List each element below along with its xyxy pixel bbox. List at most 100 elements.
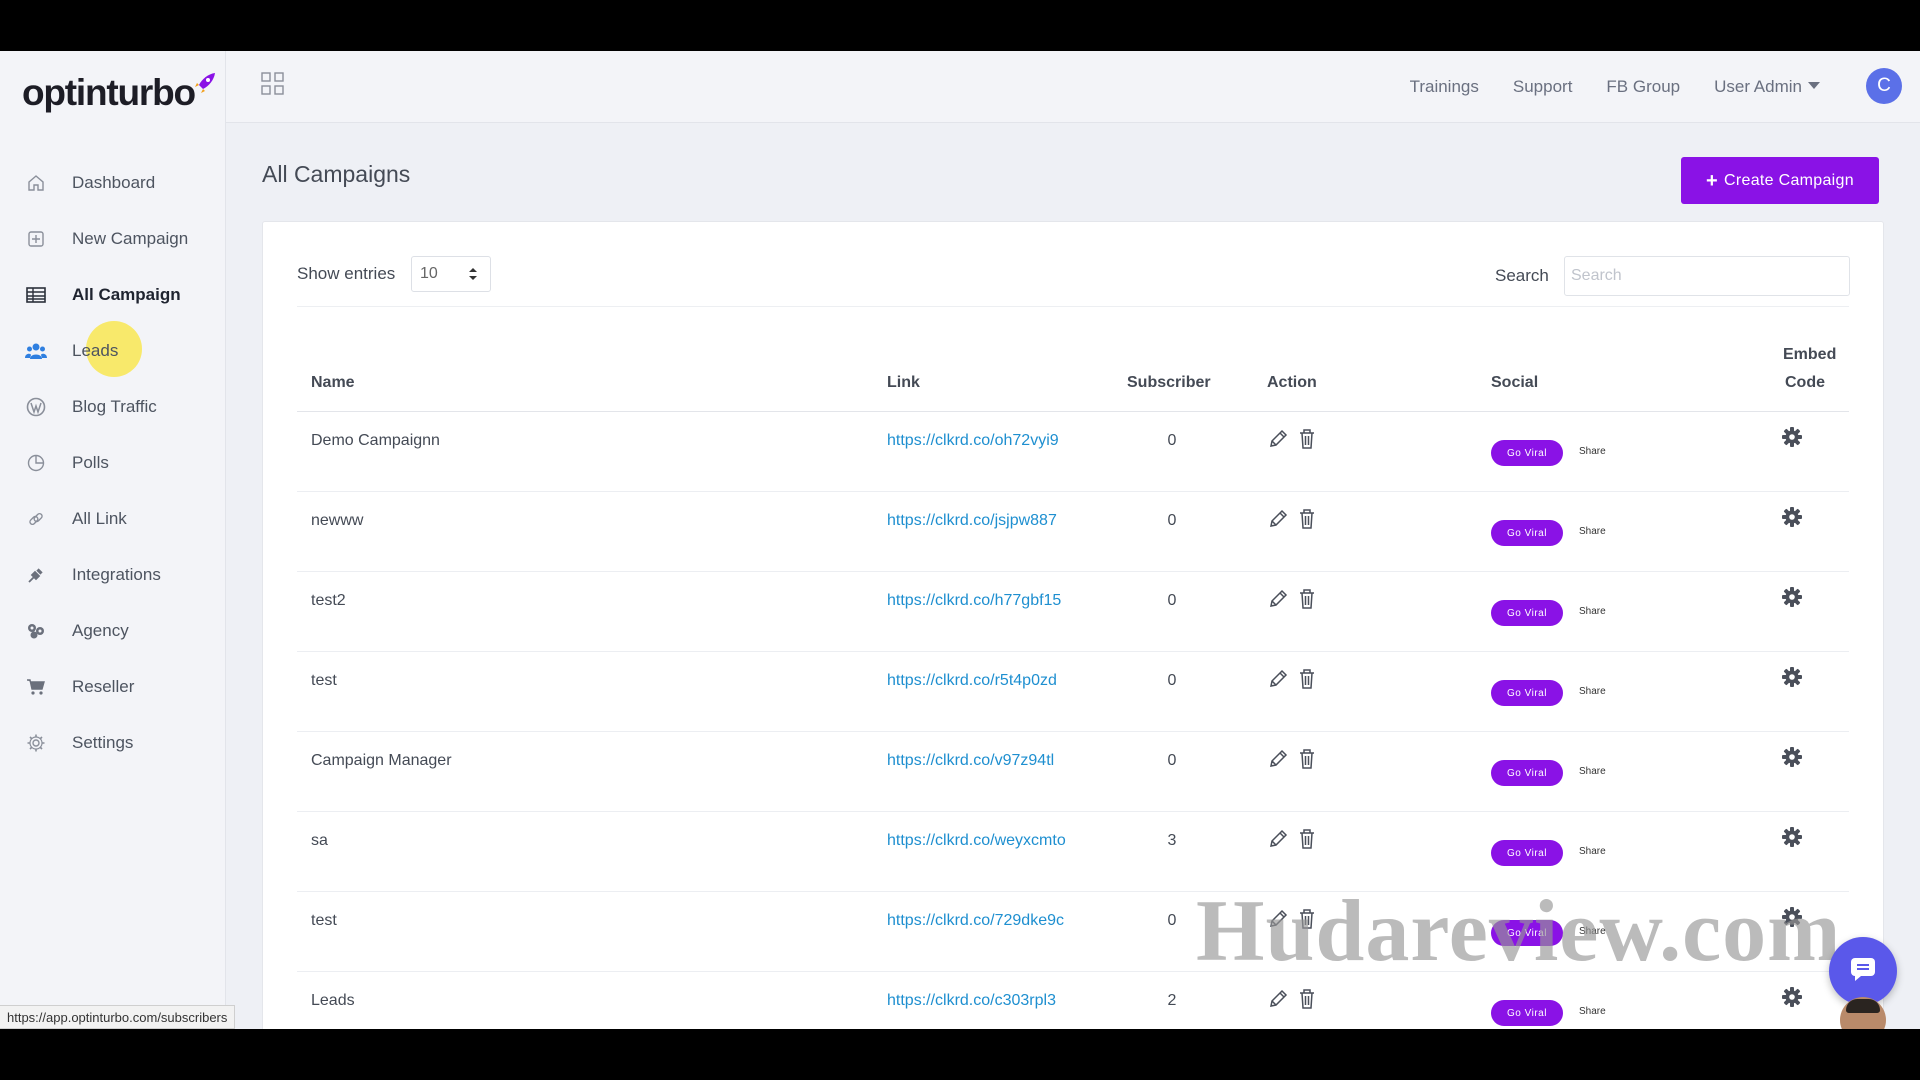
user-admin-menu[interactable]: User Admin <box>1714 77 1820 97</box>
share-button[interactable]: Share <box>1579 606 1606 617</box>
top-nav: Trainings Support FB Group User Admin <box>1376 51 1820 123</box>
campaign-link[interactable]: https://clkrd.co/c303rpl3 <box>887 992 1056 1010</box>
go-viral-button[interactable]: Go Viral <box>1491 1000 1563 1026</box>
trash-icon[interactable] <box>1297 428 1317 455</box>
header-link[interactable]: Link <box>887 374 920 392</box>
sidebar-item-new-campaign[interactable]: New Campaign <box>0 211 226 267</box>
share-button[interactable]: Share <box>1579 846 1606 857</box>
link-icon <box>24 507 48 531</box>
gear-icon[interactable] <box>1781 666 1803 693</box>
pencil-icon[interactable] <box>1267 828 1289 855</box>
go-viral-button[interactable]: Go Viral <box>1491 920 1563 946</box>
header-action[interactable]: Action <box>1267 374 1317 392</box>
chat-widget-button[interactable] <box>1829 937 1897 1005</box>
agency-icon <box>24 619 48 643</box>
home-icon <box>24 171 48 195</box>
sidebar-item-all-link[interactable]: All Link <box>0 491 226 547</box>
pencil-icon[interactable] <box>1267 588 1289 615</box>
pencil-icon[interactable] <box>1267 988 1289 1015</box>
pencil-icon[interactable] <box>1267 428 1289 455</box>
table-row: test https://clkrd.co/r5t4p0zd 0 Go Vira… <box>297 652 1849 732</box>
gear-icon <box>24 731 48 755</box>
header-name[interactable]: Name <box>311 374 355 392</box>
campaign-link[interactable]: https://clkrd.co/r5t4p0zd <box>887 672 1057 690</box>
campaign-name: newww <box>311 512 364 529</box>
pencil-icon[interactable] <box>1267 748 1289 775</box>
header-code: Code <box>1785 374 1825 391</box>
header-embed[interactable]: Embed <box>1783 346 1836 364</box>
go-viral-button[interactable]: Go Viral <box>1491 680 1563 706</box>
campaign-link[interactable]: https://clkrd.co/jsjpw887 <box>887 512 1057 530</box>
support-link[interactable]: Support <box>1513 77 1573 97</box>
trash-icon[interactable] <box>1297 668 1317 695</box>
search-input[interactable] <box>1564 256 1850 296</box>
table-row: newww https://clkrd.co/jsjpw887 0 Go Vir… <box>297 492 1849 572</box>
trainings-link[interactable]: Trainings <box>1410 77 1479 97</box>
go-viral-button[interactable]: Go Viral <box>1491 520 1563 546</box>
campaign-link[interactable]: https://clkrd.co/v97z94tl <box>887 752 1054 770</box>
sidebar-item-label: New Campaign <box>72 229 189 248</box>
share-button[interactable]: Share <box>1579 766 1606 777</box>
go-viral-button[interactable]: Go Viral <box>1491 840 1563 866</box>
campaign-name: Leads <box>311 992 355 1009</box>
share-button[interactable]: Share <box>1579 686 1606 697</box>
trash-icon[interactable] <box>1297 988 1317 1015</box>
gear-icon[interactable] <box>1781 826 1803 853</box>
campaign-link[interactable]: https://clkrd.co/oh72vyi9 <box>887 432 1059 450</box>
sidebar-item-settings[interactable]: Settings <box>0 715 226 771</box>
trash-icon[interactable] <box>1297 748 1317 775</box>
entries-select[interactable]: 10 <box>411 256 491 292</box>
gear-icon[interactable] <box>1781 746 1803 773</box>
table-body: Demo Campaignn https://clkrd.co/oh72vyi9… <box>297 412 1849 1029</box>
pencil-icon[interactable] <box>1267 508 1289 535</box>
sidebar-item-leads[interactable]: Leads <box>0 321 226 379</box>
trash-icon[interactable] <box>1297 588 1317 615</box>
table-icon <box>24 283 48 307</box>
page-title: All Campaigns <box>262 161 411 187</box>
sidebar-item-all-campaign[interactable]: All Campaign <box>0 267 226 323</box>
create-campaign-button[interactable]: + Create Campaign <box>1681 157 1879 204</box>
pencil-icon[interactable] <box>1267 908 1289 935</box>
app-window: optinturbo Dashboard New Campaign All Ca… <box>0 51 1920 1029</box>
apps-grid-icon[interactable] <box>260 71 286 102</box>
campaign-link[interactable]: https://clkrd.co/h77gbf15 <box>887 592 1061 610</box>
campaign-link[interactable]: https://clkrd.co/729dke9c <box>887 912 1064 930</box>
sidebar-item-dashboard[interactable]: Dashboard <box>0 155 226 211</box>
share-button[interactable]: Share <box>1579 526 1606 537</box>
trash-icon[interactable] <box>1297 908 1317 935</box>
share-button[interactable]: Share <box>1579 926 1606 937</box>
plus-square-icon <box>24 227 48 251</box>
topbar: Trainings Support FB Group User Admin C <box>226 51 1920 123</box>
sidebar-item-label: Blog Traffic <box>72 397 157 416</box>
gear-icon[interactable] <box>1781 426 1803 453</box>
table-row: test2 https://clkrd.co/h77gbf15 0 Go Vir… <box>297 572 1849 652</box>
share-button[interactable]: Share <box>1579 1006 1606 1017</box>
sidebar-item-polls[interactable]: Polls <box>0 435 226 491</box>
go-viral-button[interactable]: Go Viral <box>1491 440 1563 466</box>
go-viral-button[interactable]: Go Viral <box>1491 760 1563 786</box>
campaigns-card: Show entries 10 Search Name Link Subscri… <box>262 221 1884 1029</box>
sidebar-item-label: Leads <box>72 341 119 360</box>
avatar[interactable]: C <box>1866 68 1902 104</box>
campaign-name: test <box>311 912 337 929</box>
header-subscriber[interactable]: Subscriber <box>1127 374 1211 392</box>
gear-icon[interactable] <box>1781 506 1803 533</box>
share-button[interactable]: Share <box>1579 446 1606 457</box>
go-viral-button[interactable]: Go Viral <box>1491 600 1563 626</box>
subscriber-count: 3 <box>1167 832 1177 849</box>
sidebar-item-integrations[interactable]: Integrations <box>0 547 226 603</box>
optinturbo-logo[interactable]: optinturbo <box>22 61 217 117</box>
trash-icon[interactable] <box>1297 508 1317 535</box>
trash-icon[interactable] <box>1297 828 1317 855</box>
sidebar-item-blog-traffic[interactable]: Blog Traffic <box>0 379 226 435</box>
campaign-link[interactable]: https://clkrd.co/weyxcmto <box>887 832 1066 850</box>
sidebar-item-reseller[interactable]: Reseller <box>0 659 226 715</box>
pencil-icon[interactable] <box>1267 668 1289 695</box>
fb-group-link[interactable]: FB Group <box>1606 77 1680 97</box>
table-header: Name Link Subscriber Action Social Embed… <box>297 320 1849 412</box>
gear-icon[interactable] <box>1781 906 1803 933</box>
gear-icon[interactable] <box>1781 586 1803 613</box>
sidebar-item-agency[interactable]: Agency <box>0 603 226 659</box>
header-social[interactable]: Social <box>1491 374 1538 392</box>
gear-icon[interactable] <box>1781 986 1803 1013</box>
